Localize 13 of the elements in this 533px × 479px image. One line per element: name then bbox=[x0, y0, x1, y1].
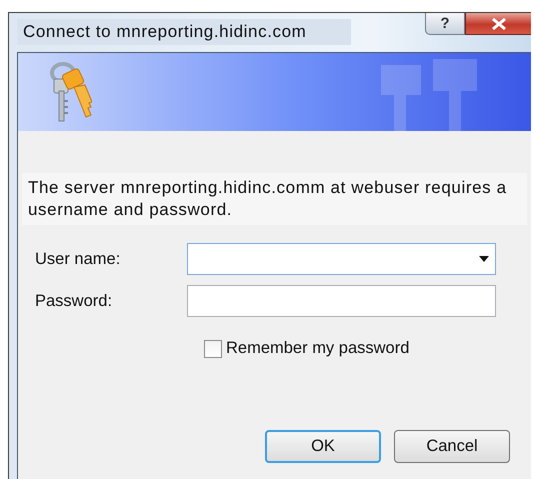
close-icon[interactable] bbox=[490, 16, 508, 30]
password-field[interactable] bbox=[187, 285, 496, 317]
checkbox-label[interactable]: Remember my password bbox=[226, 339, 410, 358]
field-label: Password: bbox=[34, 292, 114, 310]
dialog-button[interactable]: Cancel bbox=[394, 430, 510, 463]
field-label: User name: bbox=[34, 250, 122, 268]
window-title: Connect to mnreporting.hidinc.com bbox=[17, 19, 351, 45]
message-text: The server mnreporting.hidinc.comm at webuser requires a username and password. bbox=[22, 173, 527, 225]
dropdown-arrow-icon[interactable] bbox=[479, 256, 489, 262]
help-button[interactable]: ? bbox=[425, 13, 465, 35]
close-button[interactable] bbox=[465, 13, 531, 35]
remember-checkbox[interactable] bbox=[204, 340, 222, 358]
dialog-button[interactable]: OK bbox=[265, 430, 381, 463]
